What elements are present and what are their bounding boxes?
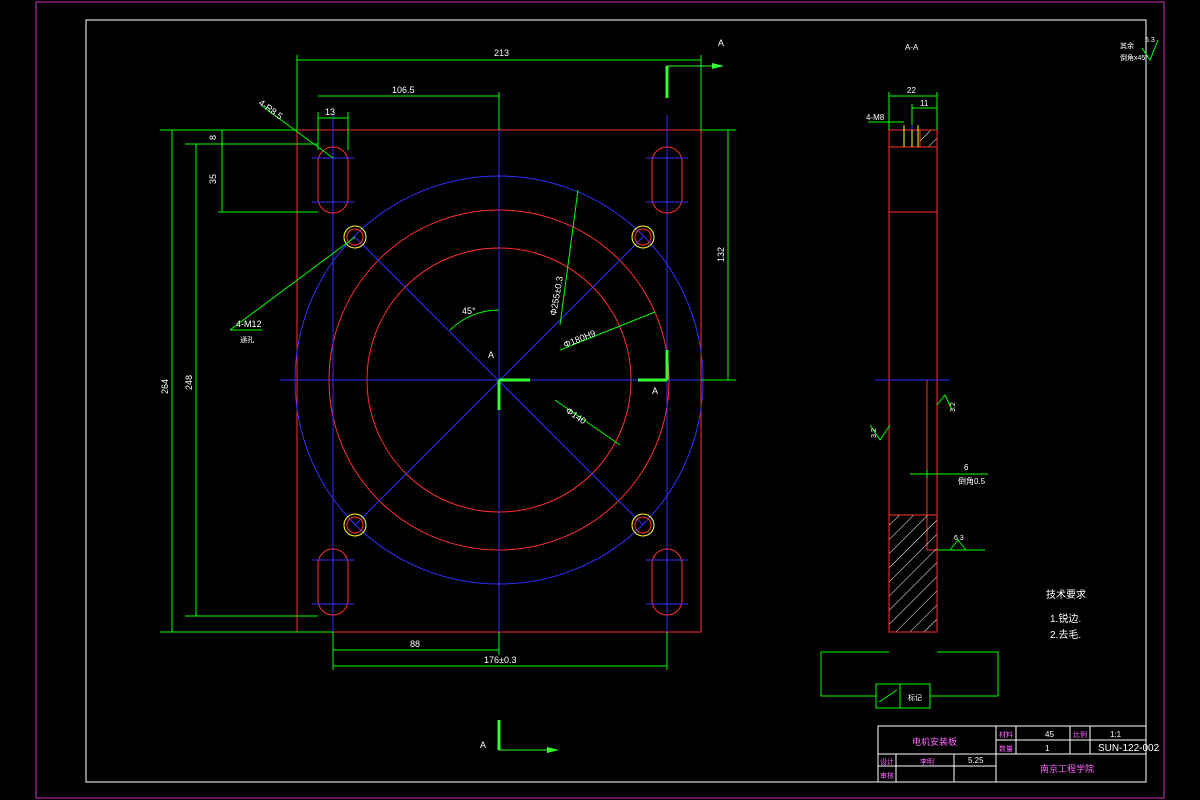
dim-phi-180: Φ180H9 xyxy=(562,328,597,350)
title-block: 电机安装板 材料 比例 数量 设计 审核 南京工程学院 李明 45 1:1 1 … xyxy=(877,725,1160,783)
roughness-top-label: 其余 xyxy=(1120,41,1134,50)
section-marker-lines xyxy=(497,66,669,750)
designer-name: 李明 xyxy=(920,757,934,766)
front-view: 213 106.5 13 4-R8.5 8 35 132 264 248 88 … xyxy=(160,38,736,753)
tech-requirements: 技术要求 1.锐边. 2.去毛. xyxy=(1046,588,1086,641)
section-title: A-A xyxy=(905,43,919,52)
dim-176: 176±0.3 xyxy=(484,655,516,665)
chamfer-note: 倒角x45° xyxy=(1120,53,1148,62)
dim-264: 264 xyxy=(160,379,170,394)
date-value: 5.25 xyxy=(968,756,984,765)
roughness-a: 3.2 xyxy=(871,428,878,438)
tech-requirement-2: 2.去毛. xyxy=(1050,629,1081,641)
tech-requirement-1: 1.锐边. xyxy=(1050,612,1081,625)
engineering-drawing: 213 106.5 13 4-R8.5 8 35 132 264 248 88 … xyxy=(35,1,1165,799)
dim-11: 11 xyxy=(920,99,929,108)
hatch-top xyxy=(919,129,938,148)
dim-132: 132 xyxy=(716,247,726,262)
section-view: A-A 22 11 4-M8 6 倒角0.5 3.2 3.2 6.3 标记 6.… xyxy=(820,37,1159,709)
section-label-a-top: A xyxy=(718,38,724,48)
inner-frame xyxy=(85,19,1147,783)
drawing-number: SUN-122-002 xyxy=(1098,743,1160,754)
dim-106-5: 106.5 xyxy=(392,85,415,95)
dim-35: 35 xyxy=(208,174,218,184)
dim-4-m12: 4-M12 xyxy=(236,319,262,329)
dim-8: 8 xyxy=(208,135,218,140)
material-label: 材料 xyxy=(999,730,1013,739)
section-label-a-center: A xyxy=(488,350,494,360)
ratio-value: 1:1 xyxy=(1110,730,1122,739)
dim-45-deg: 45° xyxy=(462,306,476,316)
dim-213: 213 xyxy=(494,48,509,58)
tech-requirements-title: 技术要求 xyxy=(1046,588,1086,601)
dim-chamfer: 倒角0.5 xyxy=(958,476,986,486)
design-label: 设计 xyxy=(880,757,894,766)
dim-phi-140: Φ140 xyxy=(564,405,588,426)
dim-4-m12-note: 通孔 xyxy=(240,335,254,344)
dim-4-r8-5: 4-R8.5 xyxy=(257,98,285,122)
section-label-a-bottom: A xyxy=(480,740,486,750)
dim-22: 22 xyxy=(907,86,916,95)
part-name: 电机安装板 xyxy=(912,736,957,747)
dim-13: 13 xyxy=(325,107,335,117)
roughness-top: 6.3 xyxy=(1145,37,1155,44)
roughness-b: 3.2 xyxy=(950,402,957,412)
qty-label: 数量 xyxy=(999,744,1013,753)
qty-value: 1 xyxy=(1045,744,1050,753)
roughness-c: 6.3 xyxy=(954,535,964,542)
ratio-label: 比例 xyxy=(1073,730,1087,739)
section-label-a-right: A xyxy=(652,386,658,396)
review-label: 审核 xyxy=(880,771,894,780)
detail-label: 标记 xyxy=(908,693,922,702)
dim-4-m8: 4-M8 xyxy=(866,113,885,122)
outer-frame xyxy=(35,1,1165,799)
dim-6: 6 xyxy=(964,463,969,472)
dim-248: 248 xyxy=(184,375,194,390)
arrow-right-icon xyxy=(712,63,724,69)
school-name: 南京工程学院 xyxy=(1040,763,1094,774)
dim-88: 88 xyxy=(410,639,420,649)
hatch-bottom xyxy=(888,514,938,633)
arrow-right-icon xyxy=(547,747,559,753)
material-value: 45 xyxy=(1045,730,1054,739)
